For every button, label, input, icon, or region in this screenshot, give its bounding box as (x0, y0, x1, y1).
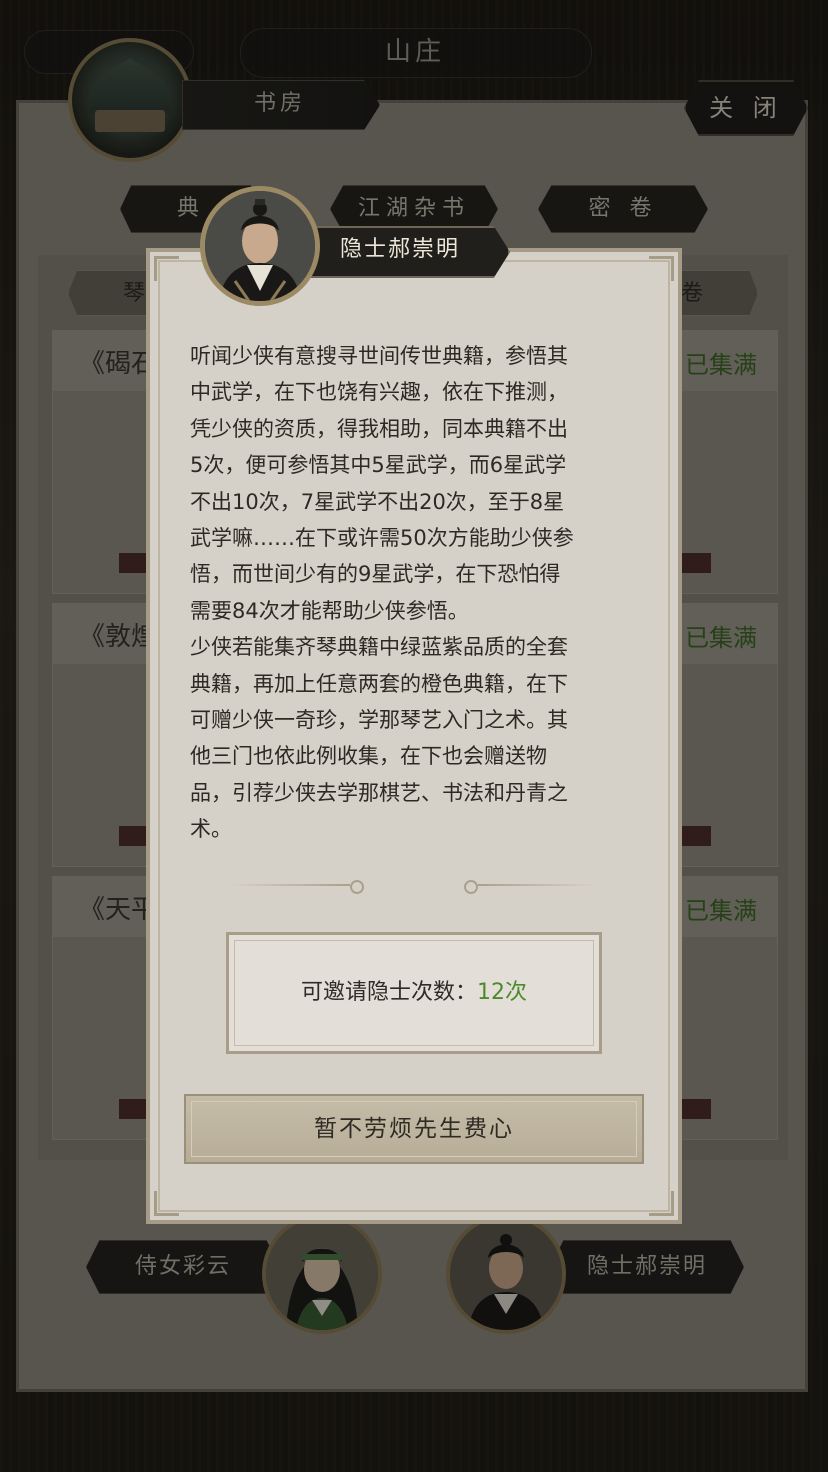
hermit-portrait-icon (200, 186, 320, 306)
corner-ornament (154, 1191, 179, 1216)
corner-ornament (649, 1191, 674, 1216)
corner-ornament (154, 256, 179, 281)
divider-right (464, 880, 598, 894)
invite-count-box: 可邀请隐士次数：12次 (226, 932, 602, 1054)
decline-button[interactable]: 暂不劳烦先生费心 (184, 1094, 644, 1164)
divider-left (230, 880, 364, 894)
invite-count-label: 可邀请隐士次数： (300, 980, 477, 1005)
corner-ornament (649, 256, 674, 281)
hermit-portrait-svg (205, 191, 315, 301)
invite-count-row: 可邀请隐士次数：12次 (229, 935, 599, 1051)
invite-count-value: 12次 (477, 980, 527, 1005)
dialog-text: 听闻少侠有意搜寻世间传世典籍，参悟其 中武学，在下也饶有兴趣，依在下推测， 凭少… (190, 344, 574, 842)
speaker-name: 隐士郝崇明 (339, 237, 460, 262)
